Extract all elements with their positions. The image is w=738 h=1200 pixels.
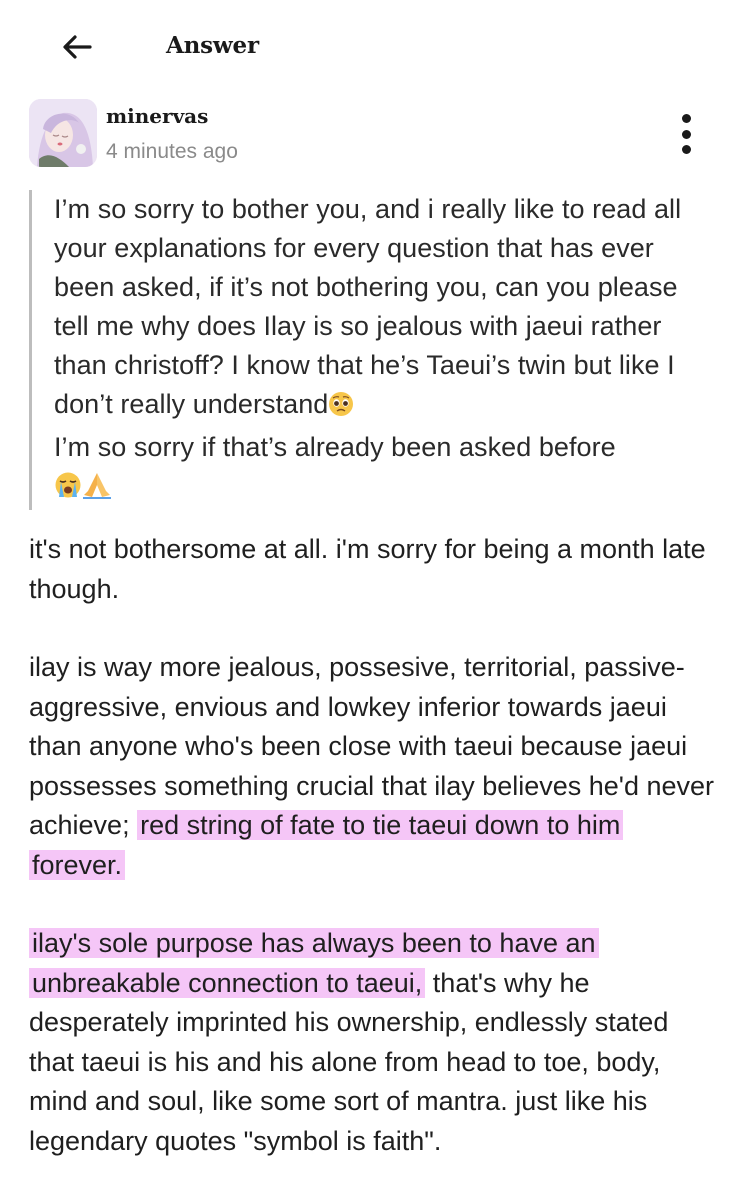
avatar[interactable] (29, 99, 97, 167)
top-bar: Answer (0, 0, 738, 96)
arrow-left-icon (63, 35, 92, 59)
answer-paragraph-1: it's not bothersome at all. i'm sorry fo… (29, 534, 706, 604)
username[interactable]: minervas (106, 104, 208, 128)
folded-hands-emoji (82, 471, 112, 510)
answer-paragraph-3: ilay's sole purpose has always been to h… (29, 924, 719, 1161)
question-text-secondary: I’m so sorry if that’s already been aske… (54, 432, 616, 462)
more-vertical-icon-dot (681, 114, 691, 123)
back-button[interactable] (56, 26, 98, 68)
question-text-main: I’m so sorry to bother you, and i really… (54, 194, 682, 419)
more-vertical-icon-dot (681, 129, 691, 139)
answer-body: it's not bothersome at all. i'm sorry fo… (29, 530, 719, 1200)
more-vertical-icon-dot (681, 145, 691, 154)
avatar-illustration (29, 99, 97, 167)
post-header: minervas 4 minutes ago (0, 96, 738, 176)
page-title: Answer (166, 32, 259, 59)
pleading-face-emoji (328, 389, 354, 428)
crying-face-emoji (54, 471, 82, 510)
answer-paragraph-2: ilay is way more jealous, possesive, ter… (29, 648, 719, 885)
more-options-button[interactable] (668, 112, 704, 156)
post-timestamp: 4 minutes ago (106, 140, 238, 163)
question-quote: I’m so sorry to bother you, and i really… (29, 190, 719, 510)
question-text: I’m so sorry to bother you, and i really… (54, 190, 719, 510)
